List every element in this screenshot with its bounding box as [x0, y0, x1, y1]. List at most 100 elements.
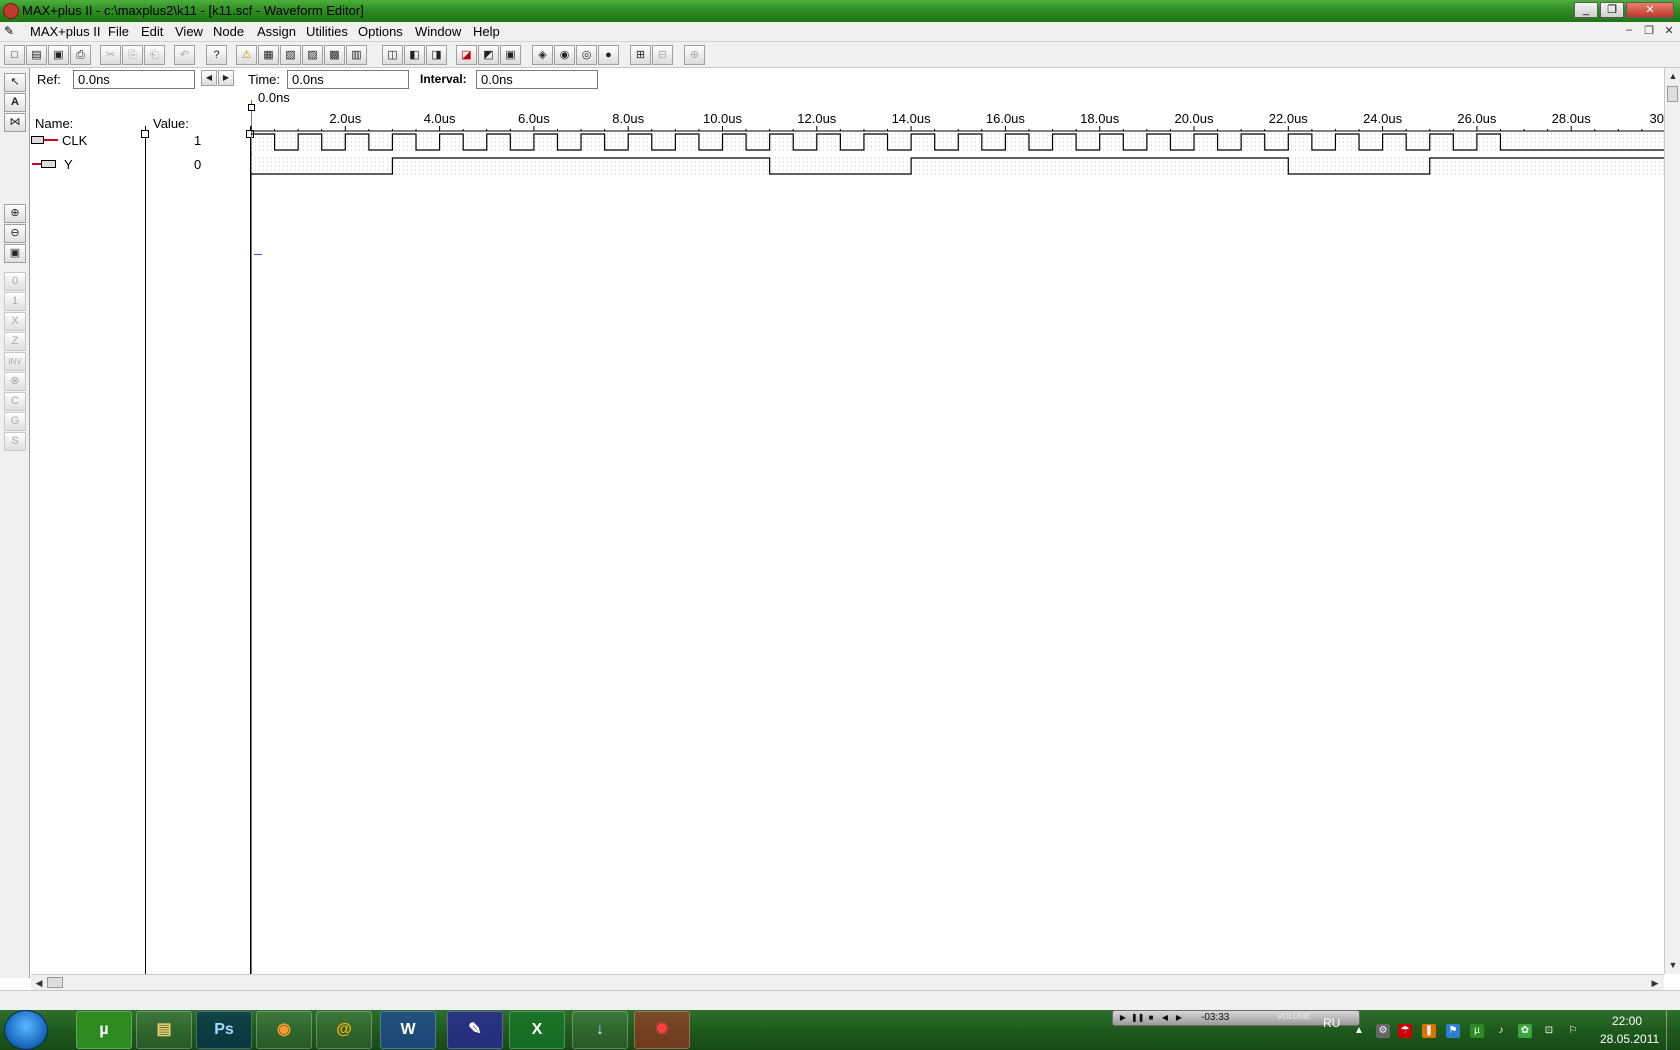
pause-icon[interactable]: ❚❚	[1131, 1012, 1144, 1024]
ref-prev-button[interactable]: ◀	[201, 70, 217, 86]
scroll-right-icon[interactable]: ▶	[1648, 976, 1662, 990]
save-simulate-icon[interactable]: ▣	[500, 45, 521, 65]
minimize-button[interactable]: _	[1574, 2, 1598, 18]
symbol-icon[interactable]: ▧	[280, 45, 301, 65]
menu-view[interactable]: View	[175, 24, 203, 39]
vertical-scrollbar[interactable]: ▲ ▼	[1664, 68, 1680, 974]
tray-pause-icon[interactable]: ❚	[1422, 1024, 1436, 1038]
project-current-icon[interactable]: ◧	[404, 45, 425, 65]
grid-icon[interactable]: ⊞	[630, 45, 651, 65]
copy-icon[interactable]: ⎘	[122, 45, 143, 65]
waveform-draw-tool-icon[interactable]: ⋈	[4, 113, 26, 132]
menu-node[interactable]: Node	[213, 24, 244, 39]
mdi-restore-button[interactable]: ❐	[1640, 24, 1658, 39]
clock-time[interactable]: 22:00	[1612, 1014, 1642, 1028]
maxplus-task[interactable]: ✎	[447, 1011, 503, 1049]
help-pointer-icon[interactable]: ?	[206, 45, 227, 65]
project-set-icon[interactable]: ◫	[382, 45, 403, 65]
name-column-handle[interactable]	[141, 130, 149, 138]
overwrite-state-icon[interactable]: S	[4, 432, 26, 451]
delay-matrix-icon[interactable]: ◉	[554, 45, 575, 65]
app-icon[interactable]	[3, 3, 19, 19]
open-file-icon[interactable]: ▤	[26, 45, 47, 65]
save-icon[interactable]: ▣	[48, 45, 69, 65]
explorer-task[interactable]: ▤	[136, 1011, 192, 1049]
time-field[interactable]: 0.0ns	[287, 70, 409, 89]
hierarchy-warning-icon[interactable]: ⚠	[236, 45, 257, 65]
tray-antivirus-icon[interactable]: ☂	[1398, 1024, 1412, 1038]
cut-icon[interactable]: ✂	[100, 45, 121, 65]
text-tool-icon[interactable]: A	[4, 93, 26, 112]
undefined-level-icon[interactable]: X	[4, 312, 26, 331]
print-icon[interactable]: ⎙	[70, 45, 91, 65]
tray-network-icon[interactable]: ⚙	[1376, 1024, 1390, 1038]
menu-utilities[interactable]: Utilities	[306, 24, 348, 39]
waveform-canvas[interactable]: 2.0us 4.0us 6.0us 8.0us 10.0us 12.0us 14.0us 16…	[251, 104, 1664, 254]
maxplus-menu-icon[interactable]: ✎	[4, 24, 24, 38]
zoom-in-icon[interactable]: ⊕	[4, 204, 26, 223]
undo-icon[interactable]: ↶	[174, 45, 195, 65]
mail-agent-task[interactable]: @	[316, 1011, 372, 1049]
play-icon[interactable]: ▶	[1117, 1012, 1129, 1024]
setup-hold-icon[interactable]: ◎	[576, 45, 597, 65]
report-icon[interactable]: ▥	[346, 45, 367, 65]
tray-icq-icon[interactable]: ✿	[1518, 1024, 1532, 1038]
high-impedance-icon[interactable]: Z	[4, 332, 26, 351]
save-compile-icon[interactable]: ◩	[478, 45, 499, 65]
mdi-minimize-button[interactable]: –	[1620, 24, 1638, 39]
include-icon[interactable]: ▨	[302, 45, 323, 65]
paste-icon[interactable]: ⎗	[144, 45, 165, 65]
registered-perf-icon[interactable]: ●	[598, 45, 619, 65]
menu-file[interactable]: File	[108, 24, 129, 39]
scroll-left-icon[interactable]: ◀	[32, 976, 46, 990]
interval-field[interactable]: 0.0ns	[476, 70, 598, 89]
invert-icon[interactable]: INV	[4, 352, 26, 371]
low-level-icon[interactable]: 0	[4, 272, 26, 291]
volume-icon[interactable]: ♪	[1494, 1024, 1508, 1038]
firefox-task[interactable]: ◉	[256, 1011, 312, 1049]
start-button[interactable]	[4, 1010, 48, 1050]
tray-network-flag-icon[interactable]: ⚐	[1566, 1024, 1580, 1038]
ref-field[interactable]: 0.0ns	[73, 70, 195, 89]
clock-date[interactable]: 28.05.2011	[1600, 1032, 1659, 1046]
tray-device-icon[interactable]: ⊡	[1542, 1024, 1556, 1038]
word-task[interactable]: W	[380, 1011, 436, 1049]
language-indicator[interactable]: RU	[1323, 1016, 1340, 1030]
menu-help[interactable]: Help	[473, 24, 500, 39]
menu-assign[interactable]: Assign	[257, 24, 296, 39]
show-desktop-button[interactable]	[1666, 1010, 1680, 1050]
menu-edit[interactable]: Edit	[141, 24, 163, 39]
vertical-scroll-thumb[interactable]	[1667, 86, 1678, 102]
snap-grid-icon[interactable]: ⊟	[652, 45, 673, 65]
overwrite-clock-icon[interactable]: C	[4, 392, 26, 411]
save-check-icon[interactable]: ◪	[456, 45, 477, 65]
fit-in-window-icon[interactable]: ▣	[4, 244, 26, 263]
menu-options[interactable]: Options	[358, 24, 403, 39]
ref-next-button[interactable]: ▶	[218, 70, 234, 86]
close-button[interactable]: ✕	[1626, 2, 1674, 18]
scroll-down-icon[interactable]: ▼	[1666, 958, 1680, 972]
selection-tool-icon[interactable]: ↖	[4, 73, 26, 92]
scroll-up-icon[interactable]: ▲	[1666, 69, 1680, 83]
name-value-divider[interactable]	[145, 126, 146, 974]
menu-maxplus[interactable]: MAX+plus II	[30, 24, 100, 39]
horizontal-scroll-thumb[interactable]	[47, 977, 63, 988]
excel-task[interactable]: X	[509, 1011, 565, 1049]
high-level-icon[interactable]: 1	[4, 292, 26, 311]
download-task[interactable]: ↓	[572, 1011, 628, 1049]
media-volume[interactable]: VOLUME	[1277, 1012, 1311, 1021]
next-track-icon[interactable]: ▶	[1173, 1012, 1185, 1024]
tray-flag-icon[interactable]: ⚑	[1446, 1024, 1460, 1038]
mdi-close-button[interactable]: ✕	[1660, 24, 1678, 39]
waveform-icon[interactable]: ▩	[324, 45, 345, 65]
find-node-icon[interactable]: ⊕	[684, 45, 705, 65]
show-hidden-icons-icon[interactable]: ▲	[1352, 1024, 1366, 1038]
utorrent-task[interactable]: µ	[76, 1011, 132, 1049]
hierarchy-top-icon[interactable]: ◨	[426, 45, 447, 65]
new-file-icon[interactable]: □	[4, 45, 25, 65]
stop-icon[interactable]: ■	[1145, 1012, 1157, 1024]
timing-analyzer-icon[interactable]: ◈	[532, 45, 553, 65]
antivirus-task[interactable]: ✹	[634, 1011, 690, 1049]
tray-utorrent-icon[interactable]: µ	[1470, 1024, 1484, 1038]
restore-button[interactable]: ❐	[1600, 2, 1624, 18]
